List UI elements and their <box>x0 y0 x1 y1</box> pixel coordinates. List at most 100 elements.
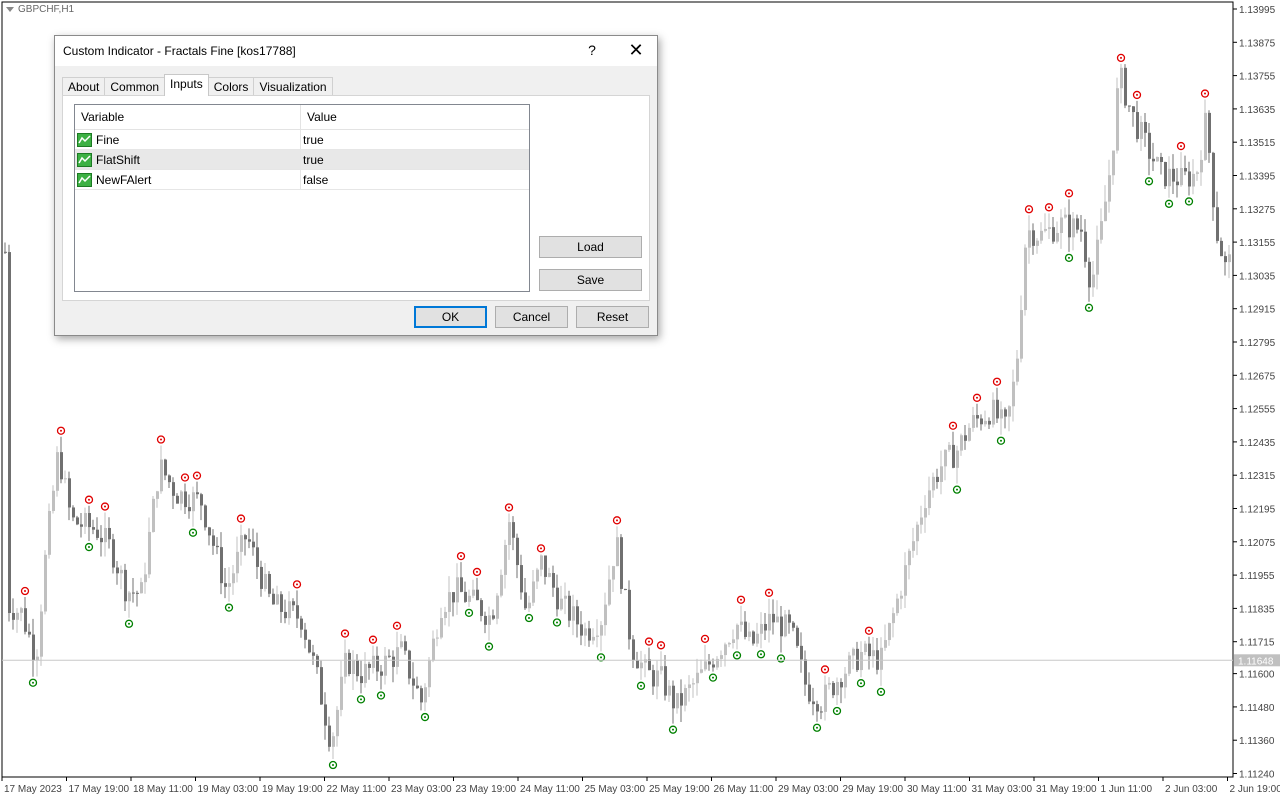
candle-body <box>1184 168 1187 172</box>
chevron-down-icon[interactable] <box>6 6 14 12</box>
candle-body <box>792 622 795 628</box>
fractal-up-dot <box>952 424 954 427</box>
candle-body <box>1088 261 1091 288</box>
candle-body <box>456 577 459 603</box>
candle-body <box>284 611 287 619</box>
candle-body <box>276 594 279 605</box>
candle-body <box>116 567 119 574</box>
variable-value[interactable]: true <box>301 130 324 149</box>
candle-body <box>540 555 543 570</box>
ok-button[interactable]: OK <box>414 306 487 328</box>
candle-body <box>1072 218 1075 238</box>
price-axis-label: 1.13995 <box>1239 5 1276 16</box>
save-button[interactable]: Save <box>539 269 642 291</box>
candle-body <box>436 637 439 639</box>
time-axis-label: 31 May 19:00 <box>1036 784 1097 795</box>
candle-body <box>692 683 695 685</box>
candle-body <box>1204 112 1207 160</box>
candle-body <box>1032 230 1035 246</box>
dialog-title-bar[interactable]: Custom Indicator - Fractals Fine [kos177… <box>55 36 657 66</box>
candle-body <box>156 491 159 499</box>
time-axis-label: 25 May 03:00 <box>585 784 646 795</box>
tab-common[interactable]: Common <box>104 77 166 96</box>
candle-body <box>892 613 895 624</box>
candle-body <box>840 681 843 688</box>
fractal-up-dot <box>768 591 770 594</box>
candle-body <box>1128 105 1131 107</box>
reset-button[interactable]: Reset <box>576 306 649 328</box>
variable-value[interactable]: true <box>301 150 324 169</box>
candle-body <box>712 664 715 668</box>
candle-body <box>68 478 71 508</box>
candle-body <box>80 524 83 527</box>
candle-body <box>1172 168 1175 182</box>
fractal-up-dot <box>976 396 978 399</box>
tab-visualization[interactable]: Visualization <box>253 77 333 96</box>
candle-body <box>880 647 883 670</box>
candle-body <box>948 444 951 450</box>
cancel-button[interactable]: Cancel <box>495 306 568 328</box>
candle-body <box>848 655 851 674</box>
candle-body <box>396 647 399 667</box>
tab-inputs[interactable]: Inputs <box>164 74 209 96</box>
candle-body <box>528 602 531 609</box>
candle-body <box>168 475 171 483</box>
candle-body <box>1096 239 1099 275</box>
close-icon[interactable]: ✕ <box>625 39 647 61</box>
candle-body <box>512 522 515 538</box>
fractal-down-dot <box>836 709 838 712</box>
fractal-down-dot <box>424 716 426 719</box>
table-row[interactable]: NewFAlert false <box>75 170 529 190</box>
tab-about[interactable]: About <box>62 77 106 96</box>
value-column-header[interactable]: Value <box>301 105 337 129</box>
candle-body <box>112 539 115 568</box>
candle-body <box>576 606 579 625</box>
candle-body <box>684 688 687 706</box>
candle-body <box>192 492 195 512</box>
candle-body <box>1224 256 1227 263</box>
time-axis-label: 24 May 11:00 <box>520 784 580 795</box>
price-axis-label: 1.13635 <box>1239 105 1276 116</box>
candle-body <box>1120 67 1123 89</box>
time-axis-label: 26 May 11:00 <box>714 784 774 795</box>
candle-body <box>320 667 323 705</box>
candle-body <box>1024 247 1027 311</box>
fractal-up-dot <box>344 632 346 635</box>
candle-body <box>1076 218 1079 230</box>
load-button[interactable]: Load <box>539 236 642 258</box>
variable-value[interactable]: false <box>301 170 328 189</box>
candle-body <box>656 670 659 687</box>
fractal-up-dot <box>296 583 298 586</box>
fractal-down-dot <box>956 488 958 491</box>
candle-body <box>696 672 699 684</box>
price-axis-label: 1.12795 <box>1239 338 1276 349</box>
candle-body <box>376 655 379 672</box>
candle-body <box>1064 214 1067 218</box>
candle-body <box>260 566 263 589</box>
candle-body <box>824 684 827 712</box>
table-row[interactable]: Fine true <box>75 130 529 150</box>
table-row[interactable]: FlatShift true <box>75 150 529 170</box>
symbol-label: GBPCHF,H1 <box>6 4 74 15</box>
candle-body <box>944 449 947 467</box>
candle-body <box>128 592 131 602</box>
time-axis-label: 2 Jun 19:00 <box>1230 784 1280 795</box>
candle-body <box>1056 232 1059 242</box>
candle-body <box>744 621 747 637</box>
candle-body <box>336 709 339 737</box>
tab-colors[interactable]: Colors <box>207 77 255 96</box>
variable-column-header[interactable]: Variable <box>75 105 301 129</box>
candle-body <box>748 631 751 637</box>
candle-body <box>628 589 631 640</box>
fractal-up-dot <box>88 498 90 501</box>
candle-body <box>460 577 463 592</box>
candle-body <box>668 685 671 696</box>
fractal-up-dot <box>996 380 998 383</box>
price-axis-label: 1.12675 <box>1239 371 1276 382</box>
candle-body <box>324 704 327 726</box>
parameter-icon <box>77 172 92 187</box>
candle-body <box>596 635 599 637</box>
help-button[interactable]: ? <box>582 42 602 58</box>
fractal-up-dot <box>476 570 478 573</box>
candle-body <box>24 608 27 632</box>
